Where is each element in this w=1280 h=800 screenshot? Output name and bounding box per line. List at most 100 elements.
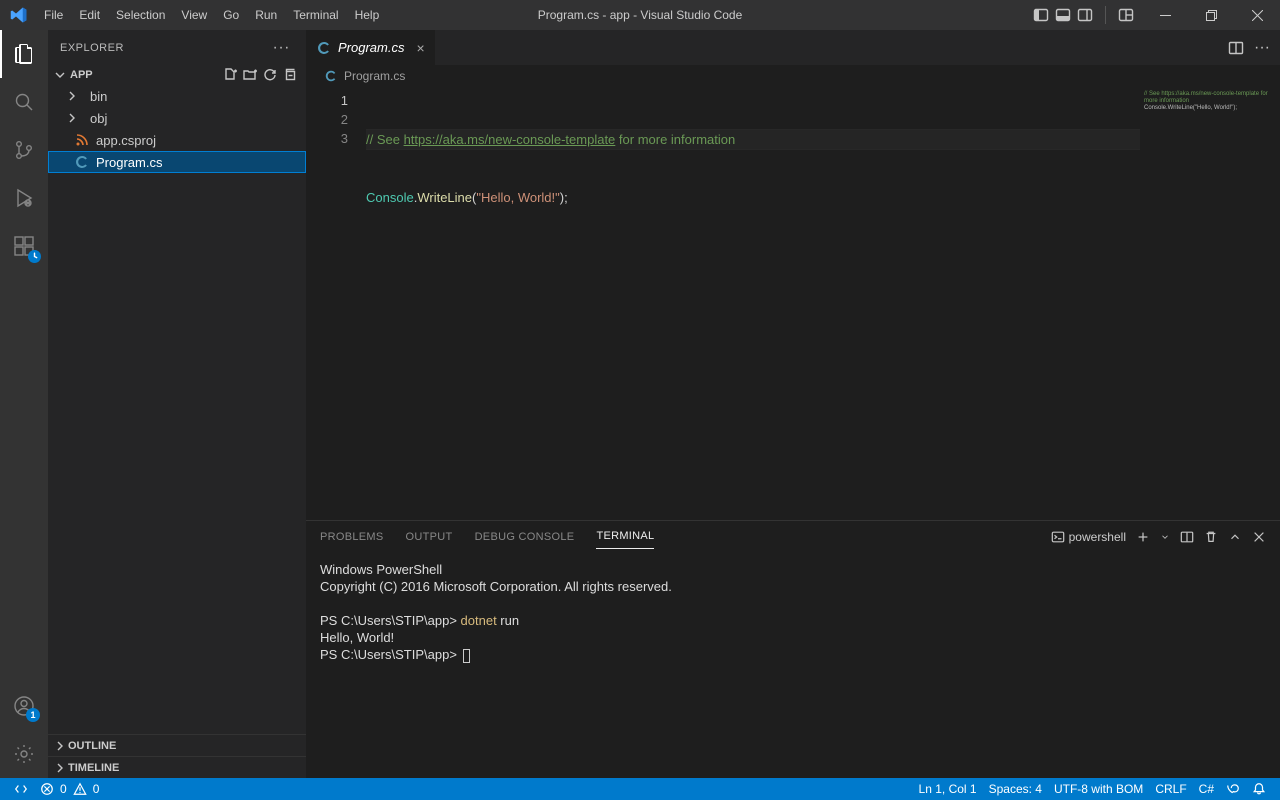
window-close-button[interactable] [1234, 0, 1280, 30]
tab-close-icon[interactable]: × [416, 40, 424, 56]
menu-run[interactable]: Run [247, 0, 285, 30]
menu-go[interactable]: Go [215, 0, 247, 30]
terminal-line: Windows PowerShell [320, 561, 1266, 578]
status-problems[interactable]: 0 0 [34, 782, 105, 796]
new-terminal-icon[interactable] [1136, 530, 1150, 544]
refresh-icon[interactable] [262, 67, 278, 83]
editor-more-icon[interactable]: ··· [1254, 39, 1270, 57]
activity-bar: 1 [0, 30, 48, 778]
collapse-all-icon[interactable] [282, 67, 298, 83]
status-feedback-icon[interactable] [1220, 782, 1246, 796]
title-bar: File Edit Selection View Go Run Terminal… [0, 0, 1280, 30]
status-eol[interactable]: CRLF [1149, 782, 1192, 796]
split-terminal-icon[interactable] [1180, 530, 1194, 544]
folder-label: bin [90, 89, 107, 104]
activitybar-source-control[interactable] [0, 126, 48, 174]
status-spaces[interactable]: Spaces: 4 [983, 782, 1048, 796]
chevron-right-icon [52, 760, 68, 776]
activitybar-run-debug[interactable] [0, 174, 48, 222]
layout-separator [1105, 6, 1106, 24]
status-warnings-count: 0 [93, 782, 100, 796]
customize-layout-icon[interactable] [1118, 7, 1134, 23]
menu-selection[interactable]: Selection [108, 0, 173, 30]
status-errors-count: 0 [60, 782, 67, 796]
tab-title: Program.cs [338, 40, 404, 55]
new-file-icon[interactable] [222, 67, 238, 83]
timeline-label: TIMELINE [68, 762, 119, 774]
panel-tab-debug[interactable]: DEBUG CONSOLE [475, 525, 575, 549]
panel-tab-output[interactable]: OUTPUT [406, 525, 453, 549]
toggle-primary-sidebar-icon[interactable] [1033, 7, 1049, 23]
csharp-file-icon [324, 69, 338, 83]
new-folder-icon[interactable] [242, 67, 258, 83]
status-remote[interactable] [8, 782, 34, 796]
status-ln-col[interactable]: Ln 1, Col 1 [913, 782, 983, 796]
terminal-line: PS C:\Users\STIP\app> [320, 646, 1266, 663]
status-language[interactable]: C# [1193, 782, 1220, 796]
terminal-cursor [463, 649, 470, 663]
panel: PROBLEMS OUTPUT DEBUG CONSOLE TERMINAL p… [306, 520, 1280, 778]
maximize-panel-icon[interactable] [1228, 530, 1242, 544]
breadcrumb-file: Program.cs [344, 69, 405, 83]
window-minimize-button[interactable] [1142, 0, 1188, 30]
file-label: app.csproj [96, 133, 156, 148]
code-editor[interactable]: 1 2 3 // See https://aka.ms/new-console-… [306, 87, 1280, 520]
file-label: Program.cs [96, 155, 162, 170]
minimap[interactable]: // See https://aka.ms/new-console-templa… [1140, 87, 1280, 520]
status-bar: 0 0 Ln 1, Col 1 Spaces: 4 UTF-8 with BOM… [0, 778, 1280, 800]
clock-badge-icon [28, 250, 41, 263]
panel-tab-terminal[interactable]: TERMINAL [596, 524, 654, 549]
terminal-dropdown-icon[interactable] [1160, 532, 1170, 542]
sidebar-explorer: EXPLORER ··· APP bin obj [48, 30, 306, 778]
window-maximize-button[interactable] [1188, 0, 1234, 30]
timeline-section[interactable]: TIMELINE [48, 756, 306, 778]
activitybar-settings[interactable] [0, 730, 48, 778]
activitybar-explorer[interactable] [0, 30, 48, 78]
activitybar-search[interactable] [0, 78, 48, 126]
terminal-body[interactable]: Windows PowerShell Copyright (C) 2016 Mi… [306, 553, 1280, 778]
rss-icon [74, 132, 96, 148]
toggle-panel-icon[interactable] [1055, 7, 1071, 23]
editor-tab-program[interactable]: Program.cs × [306, 30, 436, 65]
menu-file[interactable]: File [36, 0, 71, 30]
project-name: APP [70, 69, 93, 81]
status-encoding[interactable]: UTF-8 with BOM [1048, 782, 1149, 796]
editor-tab-bar: Program.cs × ··· [306, 30, 1280, 65]
folder-label: obj [90, 111, 107, 126]
terminal-line: Hello, World! [320, 629, 1266, 646]
menu-bar: File Edit Selection View Go Run Terminal… [36, 0, 387, 30]
tree-file-program[interactable]: Program.cs [48, 151, 306, 173]
close-panel-icon[interactable] [1252, 530, 1266, 544]
menu-terminal[interactable]: Terminal [285, 0, 346, 30]
activitybar-accounts[interactable]: 1 [0, 682, 48, 730]
accounts-badge: 1 [26, 708, 40, 722]
tree-file-csproj[interactable]: app.csproj [48, 129, 306, 151]
split-editor-icon[interactable] [1228, 40, 1244, 56]
csharp-file-icon [74, 154, 96, 170]
kill-terminal-icon[interactable] [1204, 530, 1218, 544]
tree-folder-obj[interactable]: obj [48, 107, 306, 129]
terminal-line: PS C:\Users\STIP\app> dotnet run [320, 612, 1266, 629]
menu-edit[interactable]: Edit [71, 0, 108, 30]
terminal-profile-icon[interactable]: powershell [1051, 530, 1126, 544]
activitybar-extensions[interactable] [0, 222, 48, 270]
chevron-right-icon [52, 738, 68, 754]
panel-tab-bar: PROBLEMS OUTPUT DEBUG CONSOLE TERMINAL p… [306, 521, 1280, 553]
outline-label: OUTLINE [68, 740, 116, 752]
shell-label: powershell [1069, 530, 1126, 544]
menu-help[interactable]: Help [347, 0, 388, 30]
chevron-right-icon [64, 88, 86, 104]
outline-section[interactable]: OUTLINE [48, 734, 306, 756]
toggle-secondary-sidebar-icon[interactable] [1077, 7, 1093, 23]
tree-folder-bin[interactable]: bin [48, 85, 306, 107]
menu-view[interactable]: View [173, 0, 215, 30]
project-header[interactable]: APP [48, 65, 306, 85]
chevron-down-icon [52, 67, 68, 83]
editor-area: Program.cs × ··· Program.cs 1 2 3 // See… [306, 30, 1280, 778]
breadcrumbs[interactable]: Program.cs [306, 65, 1280, 87]
explorer-more-icon[interactable]: ··· [269, 39, 294, 57]
chevron-right-icon [64, 110, 86, 126]
status-bell-icon[interactable] [1246, 782, 1272, 796]
file-tree: bin obj app.csproj Program.cs [48, 85, 306, 173]
panel-tab-problems[interactable]: PROBLEMS [320, 525, 384, 549]
